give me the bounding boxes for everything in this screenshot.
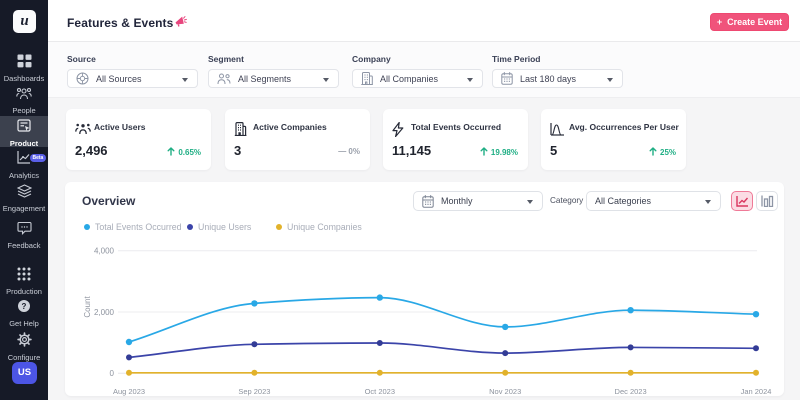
svg-text:0: 0: [110, 369, 115, 378]
svg-text:4,000: 4,000: [94, 247, 115, 256]
svg-text:Sep 2023: Sep 2023: [238, 387, 270, 396]
svg-text:Jan 2024: Jan 2024: [741, 387, 772, 396]
svg-text:Aug 2023: Aug 2023: [113, 387, 145, 396]
svg-text:Dec 2023: Dec 2023: [615, 387, 647, 396]
svg-text:Nov 2023: Nov 2023: [489, 387, 521, 396]
svg-text:?: ?: [22, 302, 27, 311]
svg-text:2,000: 2,000: [94, 308, 115, 317]
svg-text:Count: Count: [83, 296, 92, 318]
svg-text:Oct 2023: Oct 2023: [365, 387, 395, 396]
